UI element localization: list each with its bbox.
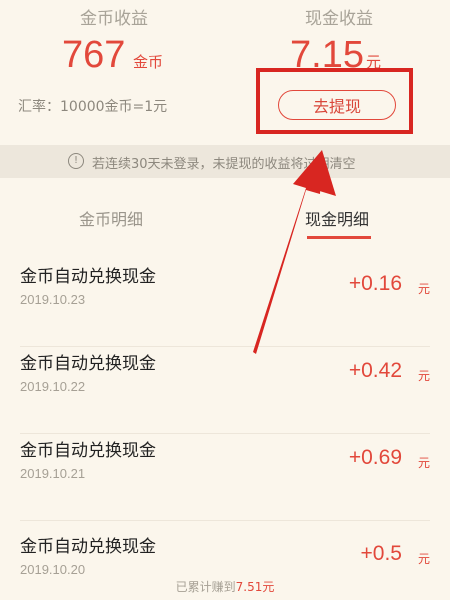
- annotation-arrow-icon: [253, 150, 336, 354]
